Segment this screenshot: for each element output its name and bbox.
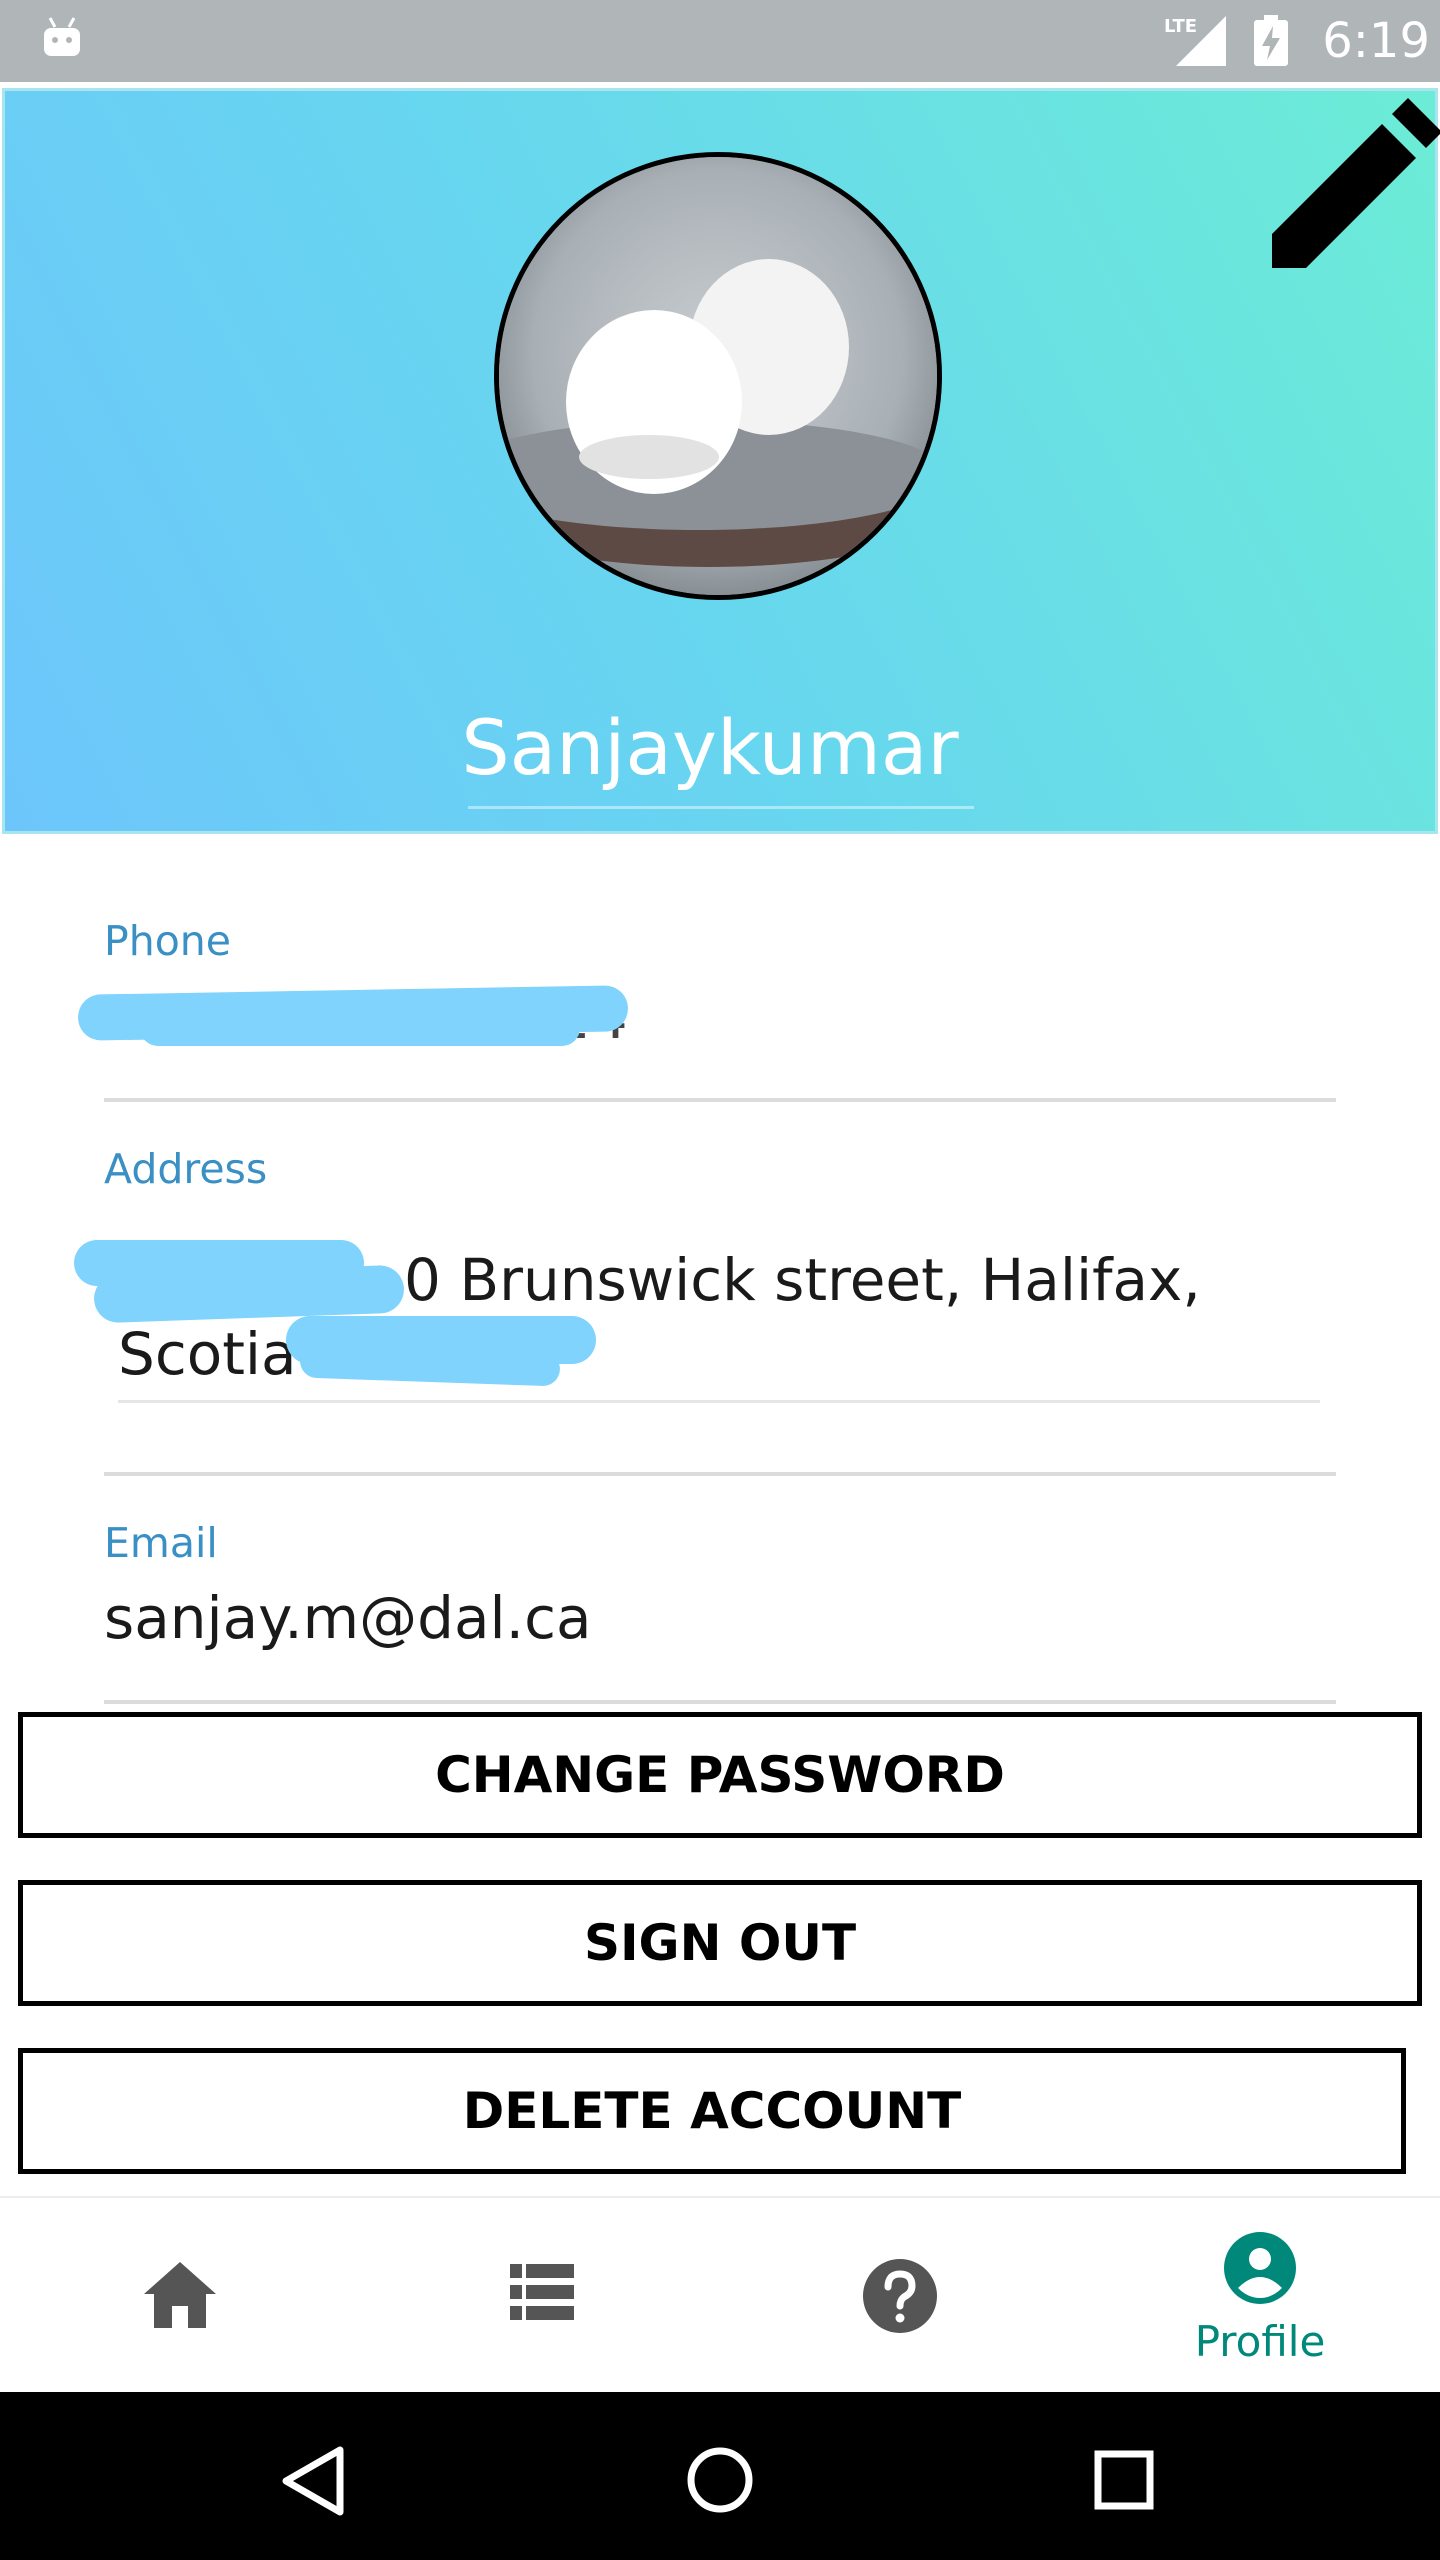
- phone-label: Phone: [104, 917, 232, 965]
- nav-profile[interactable]: Profile: [1080, 2196, 1440, 2392]
- email-divider: [104, 1700, 1336, 1704]
- username-underline: [468, 806, 974, 809]
- home-circle-icon[interactable]: [686, 2446, 754, 2514]
- address-input-underline: [118, 1400, 1320, 1403]
- home-icon: [144, 2262, 216, 2328]
- change-password-button[interactable]: CHANGE PASSWORD: [18, 1712, 1422, 1838]
- help-icon: [863, 2259, 937, 2333]
- email-label: Email: [104, 1519, 218, 1567]
- username[interactable]: Sanjaykumar: [440, 700, 980, 796]
- back-icon[interactable]: [282, 2446, 344, 2516]
- battery-charging-icon: [1254, 15, 1288, 66]
- avatar[interactable]: [494, 152, 942, 600]
- status-time: 6:19: [1322, 13, 1430, 69]
- nav-home[interactable]: [0, 2196, 360, 2392]
- email-value[interactable]: sanjay.m@dal.ca: [104, 1582, 1004, 1654]
- list-icon: [510, 2264, 574, 2320]
- recents-icon[interactable]: [1094, 2450, 1154, 2510]
- lte-signal-icon: LTE: [1164, 16, 1226, 66]
- status-bar: LTE 6:19: [0, 0, 1440, 82]
- address-divider: [104, 1472, 1336, 1476]
- address-value-line1[interactable]: 0 Brunswick street, Halifax, Nova: [404, 1244, 1324, 1386]
- nav-profile-label: Profile: [1194, 2317, 1326, 2366]
- nav-help[interactable]: [720, 2196, 1080, 2392]
- redaction-mark: [93, 1264, 405, 1324]
- address-label: Address: [104, 1145, 268, 1193]
- pencil-icon[interactable]: [1262, 98, 1440, 278]
- phone-divider: [104, 1098, 1336, 1102]
- address-value-line2[interactable]: Scotia: [118, 1318, 298, 1390]
- nav-list[interactable]: [360, 2196, 720, 2392]
- redaction-mark: [140, 1010, 580, 1046]
- system-navigation-bar: [0, 2392, 1440, 2560]
- sign-out-button[interactable]: SIGN OUT: [18, 1880, 1422, 2006]
- delete-account-button[interactable]: DELETE ACCOUNT: [18, 2048, 1406, 2174]
- profile-photo: [499, 157, 937, 595]
- svg-text:LTE: LTE: [1164, 16, 1197, 37]
- android-icon: [44, 17, 80, 56]
- profile-icon: [1224, 2232, 1296, 2304]
